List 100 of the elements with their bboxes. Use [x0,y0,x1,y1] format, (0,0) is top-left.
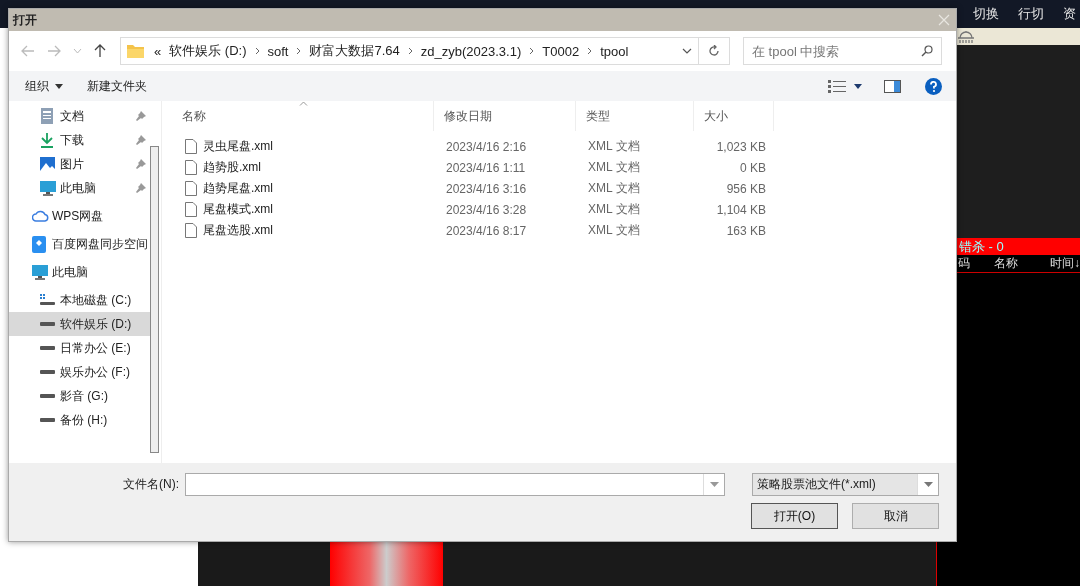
cancel-button[interactable]: 取消 [852,503,939,529]
file-type-dropdown[interactable]: 策略股票池文件(*.xml) [752,473,939,496]
address-bar[interactable]: « 软件娱乐 (D:) soft 财富大数据7.64 zd_zyb(2023.3.1) T0002 tpool [120,37,698,65]
drive-icon [40,370,55,374]
column-header[interactable]: 名称 [172,101,434,131]
column-header[interactable]: 码 [958,255,994,272]
organize-button[interactable]: 组织 [19,75,69,97]
sidebar-item[interactable]: 百度网盘同步空间 [9,232,150,256]
lamp-icon[interactable] [957,29,975,44]
sidebar-item[interactable]: 娱乐办公 (F:) [9,360,150,384]
picture-icon [40,157,55,171]
sidebar-item[interactable]: 软件娱乐 (D:) [9,312,150,336]
sidebar-item[interactable]: 下载 [9,128,150,152]
download-icon [40,132,54,148]
column-header[interactable]: 大小 [694,101,774,131]
caret-icon[interactable] [854,83,862,89]
system-drive-icon [40,294,55,306]
file-name-field[interactable] [185,473,725,496]
drive-icon [40,322,55,326]
forward-icon[interactable] [47,45,61,57]
menu-item[interactable]: 行切 [1018,0,1044,28]
cloud-icon [32,210,49,222]
table-cell-text: 2023/4/16 3:16 [445,181,528,196]
pin-icon[interactable] [136,135,146,145]
sidebar-item[interactable]: 图片 [9,152,150,176]
table-cell-text: XML 文档 [587,159,641,176]
table-cell-text: 956 KB [725,181,767,196]
overflow-chevron[interactable]: « [154,43,162,59]
file-name[interactable]: 趋势尾盘.xml [203,180,273,197]
pin-icon[interactable] [136,111,146,121]
table-cell-text: 163 KB [725,223,767,238]
view-list-icon[interactable] [828,79,846,93]
search-icon [921,45,933,57]
breadcrumb[interactable]: T0002 [542,43,580,59]
breadcrumb[interactable]: zd_zyb(2023.3.1) [420,43,522,59]
table-cell-text: 2023/4/16 1:11 [445,160,527,175]
caret-icon [923,482,933,487]
file-name[interactable]: 灵虫尾盘.xml [203,138,273,155]
cloud-drive-icon [32,235,46,253]
table-cell-text: XML 文档 [587,201,641,218]
table-cell-text: XML 文档 [587,180,641,197]
caret-icon [709,482,719,487]
drive-icon [40,394,55,398]
file-name[interactable]: 尾盘模式.xml [203,201,273,218]
refresh-button[interactable] [698,37,730,65]
drive-icon [40,346,55,350]
folder-icon [127,44,144,58]
table-cell-text: XML 文档 [587,138,641,155]
sidebar-item[interactable]: 此电脑 [9,176,150,200]
sidebar-item[interactable]: 日常办公 (E:) [9,336,150,360]
column-header[interactable]: 修改日期 [434,101,576,131]
table-cell-text: XML 文档 [587,222,641,239]
table-cell-text: 1,023 KB [715,139,767,154]
table-cell-text: 2023/4/16 3:28 [445,202,528,217]
table-cell-text: 2023/4/16 8:17 [445,223,528,238]
breadcrumb[interactable]: soft [267,43,289,59]
table-cell-text: 0 KB [739,160,767,175]
monitor-icon [40,180,56,196]
document-icon [40,108,54,124]
back-icon[interactable] [21,45,35,57]
preview-pane-icon[interactable] [884,79,901,93]
breadcrumb[interactable]: 软件娱乐 (D:) [169,42,247,60]
search-field[interactable]: 在 tpool 中搜索 [743,37,942,65]
monitor-icon [32,264,48,280]
table-cell-text: 2023/4/16 2:16 [445,139,528,154]
sidebar-item[interactable]: 本地磁盘 (C:) [9,288,150,312]
sidebar-item[interactable]: 影音 (G:) [9,384,150,408]
scrollbar[interactable] [150,146,159,453]
chevron-icon [254,47,260,55]
column-header[interactable]: 时间↓ [1050,255,1080,272]
up-icon[interactable] [94,44,106,58]
pin-icon[interactable] [136,159,146,169]
breadcrumb[interactable]: 财富大数据7.64 [309,42,400,60]
menu-item[interactable]: 资 [1063,0,1076,28]
chevron-icon [296,47,302,55]
file-name[interactable]: 趋势股.xml [203,159,261,176]
drive-icon [40,418,55,422]
column-header[interactable]: 名称 [994,255,1050,272]
chevron-icon [529,47,535,55]
sidebar-item[interactable]: 此电脑 [9,260,150,284]
file-name-label: 文件名(N): [123,476,179,493]
new-folder-button[interactable]: 新建文件夹 [81,75,153,97]
column-header[interactable]: 类型 [576,101,694,131]
refresh-icon [708,45,720,57]
sidebar-item[interactable]: 备份 (H:) [9,408,150,432]
pin-icon[interactable] [136,183,146,193]
sidebar-item[interactable]: 文档 [9,104,150,128]
file-name[interactable]: 尾盘选股.xml [203,222,273,239]
caret-icon [55,83,63,89]
window-title: 打开 [13,11,37,29]
breadcrumb[interactable]: tpool [600,43,629,59]
chevron-icon [587,47,593,55]
menu-item[interactable]: 切换 [973,0,999,28]
open-button[interactable]: 打开(O) [751,503,838,529]
sidebar-item[interactable]: WPS网盘 [9,204,150,228]
table-cell-text: 1,104 KB [715,202,767,217]
caret-icon[interactable] [682,48,692,54]
close-icon[interactable] [938,14,950,26]
chevron-icon [407,47,413,55]
help-icon[interactable] [925,77,942,95]
